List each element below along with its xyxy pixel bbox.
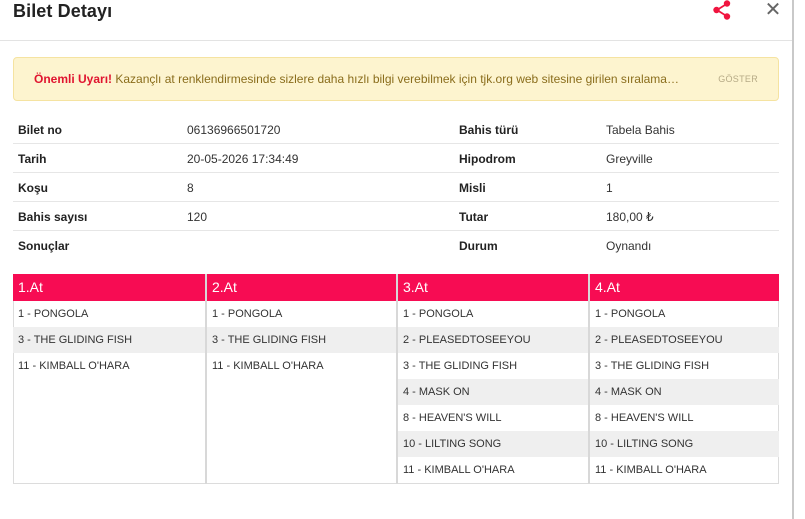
horse-item: 3 - THE GLIDING FISH xyxy=(207,327,396,353)
horse-item: 11 - KIMBALL O'HARA xyxy=(595,464,707,476)
column-header: 1.At xyxy=(13,274,205,301)
horse-item: 11 - KIMBALL O'HARA xyxy=(212,360,324,372)
label-date: Tarih xyxy=(18,152,47,166)
value-amount: 180,00 ₺ xyxy=(606,210,654,224)
selection-column: 4.At 1 - PONGOLA 2 - PLEASEDTOSEEYOU 3 - TH… xyxy=(588,274,779,484)
horse-item: 8 - HEAVEN'S WILL xyxy=(595,412,694,424)
value-date: 20-05-2026 17:34:49 xyxy=(187,152,299,166)
ticket-info-table: Bilet no 06136966501720 Bahis türü Tabel… xyxy=(13,115,779,260)
show-button[interactable]: GÖSTER xyxy=(718,74,758,84)
value-bet-type: Tabela Bahis xyxy=(606,123,675,137)
horse-item: 11 - KIMBALL O'HARA xyxy=(403,464,515,476)
horse-selections-grid: 1.At 1 - PONGOLA 3 - THE GLIDING FISH 11 - … xyxy=(13,274,779,484)
horse-item: 3 - THE GLIDING FISH xyxy=(403,360,518,372)
selection-column: 2.At 1 - PONGOLA 3 - THE GLIDING FISH 11 - … xyxy=(205,274,396,484)
modal-title: Bilet Detayı xyxy=(13,1,113,21)
horse-item: 4 - MASK ON xyxy=(398,379,588,405)
label-bet-count: Bahis sayısı xyxy=(18,210,88,224)
horse-item: 3 - THE GLIDING FISH xyxy=(13,327,205,353)
scrollbar[interactable] xyxy=(792,0,805,519)
horse-item: 10 - LILTING SONG xyxy=(398,431,588,457)
info-row: Sonuçlar Durum Oynandı xyxy=(13,231,779,260)
label-multiplier: Misli xyxy=(459,181,486,195)
warning-message: Kazançlı at renklendirmesinde sizlere da… xyxy=(112,72,679,86)
warning-banner: Önemli Uyarı! Kazançlı at renklendirmesi… xyxy=(13,57,779,101)
horse-item: 2 - PLEASEDTOSEEYOU xyxy=(398,327,588,353)
info-row: Koşu 8 Misli 1 xyxy=(13,173,779,202)
label-hippodrome: Hipodrom xyxy=(459,152,516,166)
warning-text: Önemli Uyarı! Kazançlı at renklendirmesi… xyxy=(34,72,694,86)
info-row: Tarih 20-05-2026 17:34:49 Hipodrom Greyv… xyxy=(13,144,779,173)
value-hippodrome: Greyville xyxy=(606,152,653,166)
horse-item: 11 - KIMBALL O'HARA xyxy=(18,360,130,372)
label-bet-type: Bahis türü xyxy=(459,123,519,137)
label-amount: Tutar xyxy=(459,210,489,224)
share-icon[interactable] xyxy=(711,0,733,21)
value-multiplier: 1 xyxy=(606,181,613,195)
horse-item: 4 - MASK ON xyxy=(590,379,779,405)
selection-column: 1.At 1 - PONGOLA 3 - THE GLIDING FISH 11 - … xyxy=(13,274,205,484)
modal-header: Bilet Detayı ✕ xyxy=(0,0,792,41)
value-status: Oynandı xyxy=(606,239,652,253)
horse-item: 1 - PONGOLA xyxy=(595,308,666,320)
label-status: Durum xyxy=(459,239,498,253)
info-row: Bahis sayısı 120 Tutar 180,00 ₺ xyxy=(13,202,779,231)
horse-item: 1 - PONGOLA xyxy=(18,308,89,320)
value-ticket-no: 06136966501720 xyxy=(187,123,281,137)
horse-item: 10 - LILTING SONG xyxy=(590,431,779,457)
column-header: 2.At xyxy=(207,274,396,301)
horse-item: 1 - PONGOLA xyxy=(403,308,474,320)
value-race: 8 xyxy=(187,181,194,195)
info-row: Bilet no 06136966501720 Bahis türü Tabel… xyxy=(13,115,779,144)
label-race: Koşu xyxy=(18,181,48,195)
label-results: Sonuçlar xyxy=(18,239,70,253)
warning-title: Önemli Uyarı! xyxy=(34,72,113,86)
ticket-detail-modal: Bilet Detayı ✕ Önemli Uyarı! Kazançlı at… xyxy=(0,0,792,519)
horse-item: 1 - PONGOLA xyxy=(212,308,283,320)
horse-item: 3 - THE GLIDING FISH xyxy=(595,360,710,372)
label-ticket-no: Bilet no xyxy=(18,123,62,137)
selection-column: 3.At 1 - PONGOLA 2 - PLEASEDTOSEEYOU 3 - TH… xyxy=(396,274,588,484)
horse-item: 8 - HEAVEN'S WILL xyxy=(403,412,502,424)
close-icon[interactable]: ✕ xyxy=(764,0,782,20)
horse-item: 2 - PLEASEDTOSEEYOU xyxy=(590,327,779,353)
column-header: 4.At xyxy=(590,274,779,301)
column-header: 3.At xyxy=(398,274,588,301)
value-bet-count: 120 xyxy=(187,210,208,224)
